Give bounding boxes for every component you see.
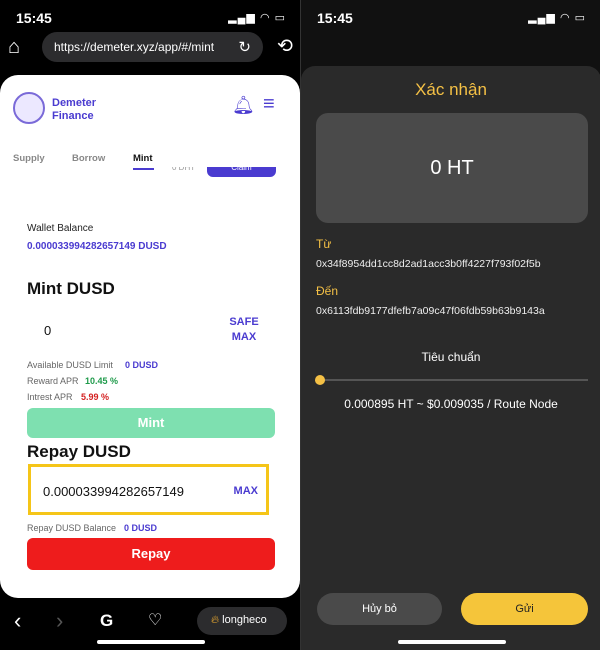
repay-balance-value: 0 DUSD [124, 523, 158, 533]
url-text: https://demeter.xyz/app/#/mint [54, 40, 215, 54]
from-label: Từ [316, 237, 332, 251]
demeter-logo [13, 92, 45, 124]
tab-supply[interactable]: Supply [13, 153, 45, 164]
interest-apr-label: Intrest APR [27, 392, 73, 402]
mint-button[interactable]: Mint [27, 408, 275, 438]
profile-button[interactable]: 🔥︎ longheco [197, 607, 287, 635]
cancel-button[interactable]: Hủy bỏ [317, 593, 442, 625]
repay-balance-label: Repay DUSD Balance [27, 523, 117, 533]
home-icon[interactable]: ⌂ [8, 36, 20, 59]
confirm-sheet: Xác nhận 0 HT Từ 0x34f8954dd1cc8d2ad1acc… [301, 66, 600, 650]
available-limit-label: Available DUSD Limit [27, 360, 113, 370]
mint-amount-input[interactable]: 0 [44, 323, 51, 338]
amount-display: 0 HT [316, 113, 588, 223]
tab-active-indicator [133, 168, 154, 170]
status-icons: ▂▄▆ ◠ ▭ [228, 12, 286, 24]
reward-apr-value: 10.45 % [85, 376, 119, 386]
wallet-balance-value: 0.000033994282657149 DUSD [27, 241, 167, 252]
fee-text: 0.000895 HT ~ $0.009035 / Route Node [344, 397, 558, 411]
repay-title: Repay DUSD [27, 442, 131, 461]
send-button[interactable]: Gửi [461, 593, 588, 625]
to-address: 0x6113fdb9177dfefb7a09c47f06fdb59b63b914… [316, 305, 545, 317]
left-phone-screen: 15:45 ▂▄▆ ◠ ▭ ⌂ https://demeter.xyz/app/… [0, 0, 300, 650]
speed-slider-track[interactable] [320, 379, 588, 381]
available-limit-value: 0 DUSD [125, 360, 159, 370]
right-phone-screen: 15:45 ▂▄▆ ◠ ▭ Xác nhận 0 HT Từ 0x34f8954… [300, 0, 600, 650]
forward-icon[interactable]: › [56, 608, 63, 634]
sheet-title: Xác nhận [415, 80, 487, 99]
back-icon[interactable]: ‹ [14, 608, 21, 634]
tab-mint[interactable]: Mint [133, 153, 153, 164]
home-indicator [398, 640, 506, 644]
mint-title: Mint DUSD [27, 279, 115, 298]
status-time: 15:45 [16, 10, 52, 26]
safe-max-button[interactable]: SAFE MAX [226, 315, 262, 345]
brand-name[interactable]: Demeter Finance [52, 97, 96, 123]
tab-borrow[interactable]: Borrow [72, 153, 105, 164]
app-card: Demeter Finance 🔔︎ ≡ Supply Borrow Mint 0… [0, 75, 300, 598]
bell-icon[interactable]: 🔔︎ [232, 95, 255, 116]
speed-label: Tiêu chuẩn [421, 350, 481, 364]
reward-apr-label: Reward APR [27, 376, 79, 386]
menu-icon[interactable]: ≡ [263, 93, 275, 116]
from-address: 0x34f8954dd1cc8d2ad1acc3b0ff4227f793f02f… [316, 258, 541, 270]
status-time: 15:45 [317, 10, 353, 26]
heart-icon[interactable]: ♡ [148, 610, 162, 630]
flame-icon: 🔥︎ [211, 614, 220, 626]
profile-name: longheco [222, 614, 267, 626]
status-icons: ▂▄▆ ◠ ▭ [528, 12, 586, 24]
home-indicator [97, 640, 205, 644]
repay-button[interactable]: Repay [27, 538, 275, 570]
claim-button[interactable]: Claim [207, 167, 276, 177]
to-label: Đến [316, 284, 339, 298]
google-icon[interactable]: G [100, 611, 113, 631]
partial-value: 0 DHT [172, 167, 196, 172]
reload-icon[interactable]: ↻ [238, 38, 251, 56]
repay-input-box[interactable]: 0.000033994282657149 MAX [28, 464, 269, 515]
repay-max-button[interactable]: MAX [234, 485, 258, 497]
speed-slider-knob[interactable] [315, 375, 325, 385]
repay-amount-input[interactable]: 0.000033994282657149 [43, 484, 184, 499]
wallet-balance-label: Wallet Balance [27, 223, 94, 234]
url-bar[interactable]: https://demeter.xyz/app/#/mint ↻ [42, 32, 263, 62]
interest-apr-value: 5.99 % [81, 392, 110, 402]
history-icon[interactable]: ⟲ [277, 35, 293, 58]
